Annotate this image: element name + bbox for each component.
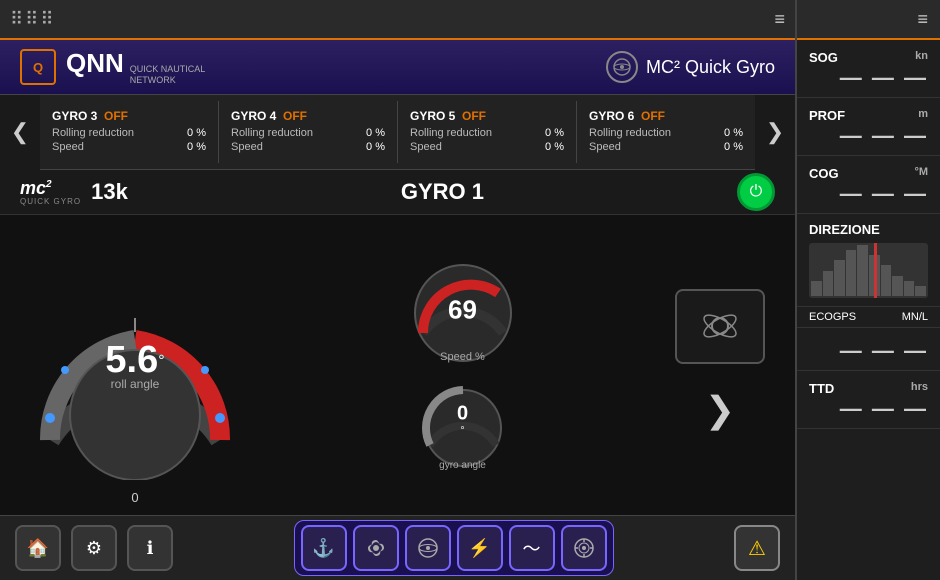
direction-chart	[809, 243, 928, 298]
roll-val-label: roll angle	[105, 377, 164, 391]
settings-button[interactable]: ⚙	[71, 525, 117, 571]
mc2-logo: mc2 QUICK GYRO	[20, 179, 81, 206]
info-button[interactable]: ℹ	[127, 525, 173, 571]
gyro-main-label: GYRO 1	[148, 179, 737, 205]
logo-icon: Q	[20, 49, 56, 85]
nav-next-button[interactable]: ❯	[755, 95, 795, 170]
right-sidebar: ≡ SOG kn — — — PROF m — — — COG °M — — —…	[795, 0, 940, 580]
sidebar-top: ≡	[797, 0, 940, 40]
logo-subtitle: QUICK NAUTICAL NETWORK	[130, 64, 206, 86]
home-button[interactable]: 🏠	[15, 525, 61, 571]
roll-gauge-container: 0 5 -5 10 -10 15 -15 5.6° roll angle	[20, 250, 250, 480]
top-menu-icon[interactable]: ≡	[774, 9, 785, 30]
fan-button[interactable]	[353, 525, 399, 571]
sidebar-direzione: DIREZIONE	[797, 214, 940, 307]
prof-value: — — —	[809, 123, 928, 149]
gyro-nav: ❮ GYRO 3 OFF Rolling reduction 0 % Speed…	[0, 95, 795, 170]
gyro-angle-value: 0	[457, 402, 468, 425]
sidebar-ttd: TTD hrs — — —	[797, 371, 940, 429]
top-bar: ⠿⠿⠿ ≡	[0, 0, 795, 40]
power-button[interactable]: ⏻	[737, 173, 775, 211]
roll-labels: 0 5 -5 10 -10 15 -15	[20, 485, 250, 515]
target-button[interactable]	[561, 525, 607, 571]
sidebar-ecogps-row: ECOGPS MN/L	[797, 307, 940, 328]
nav-button-group: ⚓ ⚡ 〜	[294, 520, 614, 576]
gyro-item-6[interactable]: GYRO 6 OFF Rolling reduction 0 % Speed 0…	[577, 101, 755, 163]
header: Q QNN QUICK NAUTICAL NETWORK MC² Quick G…	[0, 40, 795, 95]
bottom-bar: 🏠 ⚙ ℹ ⚓ ⚡	[0, 515, 795, 580]
speed-value: 69	[448, 294, 477, 325]
qnn-label: QNN	[66, 48, 124, 79]
wave-button[interactable]: 〜	[509, 525, 555, 571]
sidebar-ecogps-value: — — —	[797, 328, 940, 371]
gyro-item-3[interactable]: GYRO 3 OFF Rolling reduction 0 % Speed 0…	[40, 101, 219, 163]
gyro-icon	[606, 51, 638, 83]
sidebar-menu-icon[interactable]: ≡	[917, 9, 928, 30]
gyro-items: GYRO 3 OFF Rolling reduction 0 % Speed 0…	[40, 101, 755, 163]
direction-indicator	[874, 243, 877, 298]
nav-prev-button[interactable]: ❮	[0, 95, 40, 170]
speed-gauge-wrap: 69 Speed %	[408, 258, 518, 368]
app-title: MC² Quick Gyro	[606, 51, 775, 83]
gyro-main-header: mc2 QUICK GYRO 13k GYRO 1 ⏻	[0, 170, 795, 215]
sidebar-prof: PROF m — — —	[797, 98, 940, 156]
logo-area: Q QNN QUICK NAUTICAL NETWORK	[20, 48, 205, 86]
gyro-orbit-icon-button[interactable]	[675, 289, 765, 364]
angle-gauge-wrap: 0° gyro angle	[418, 383, 508, 473]
app-grid-icon[interactable]: ⠿⠿⠿	[10, 9, 56, 30]
gyro-speed-display: 13k	[91, 179, 128, 205]
logo-text: QNN QUICK NAUTICAL NETWORK	[66, 48, 205, 86]
warning-button[interactable]: ⚠	[734, 525, 780, 571]
right-icons: ❯	[675, 289, 775, 441]
gyro-main: mc2 QUICK GYRO 13k GYRO 1 ⏻	[0, 170, 795, 515]
gyro-circle-button[interactable]	[405, 525, 451, 571]
gyro-item-4[interactable]: GYRO 4 OFF Rolling reduction 0 % Speed 0…	[219, 101, 398, 163]
sog-value: — — —	[809, 65, 928, 91]
lightning-button[interactable]: ⚡	[457, 525, 503, 571]
gyro-angle-label: gyro angle	[439, 460, 486, 471]
sidebar-cog: COG °M — — —	[797, 156, 940, 214]
next-gyro-button[interactable]: ❯	[695, 379, 745, 441]
center-gauges: 69 Speed % 0° gyro angle	[270, 258, 655, 473]
anchor-button[interactable]: ⚓	[301, 525, 347, 571]
speed-center: 69	[448, 294, 477, 325]
gauges-area: 0 5 -5 10 -10 15 -15 5.6° roll angle	[0, 215, 795, 515]
speed-label: Speed %	[440, 351, 485, 363]
sidebar-sog: SOG kn — — —	[797, 40, 940, 98]
angle-center: 0°	[457, 402, 468, 444]
roll-value: 5.6° roll angle	[105, 339, 164, 391]
gyro-item-5[interactable]: GYRO 5 OFF Rolling reduction 0 % Speed 0…	[398, 101, 577, 163]
ttd-value: — — —	[809, 396, 928, 422]
roll-val-number: 5.6	[105, 339, 158, 381]
cog-value: — — —	[809, 181, 928, 207]
